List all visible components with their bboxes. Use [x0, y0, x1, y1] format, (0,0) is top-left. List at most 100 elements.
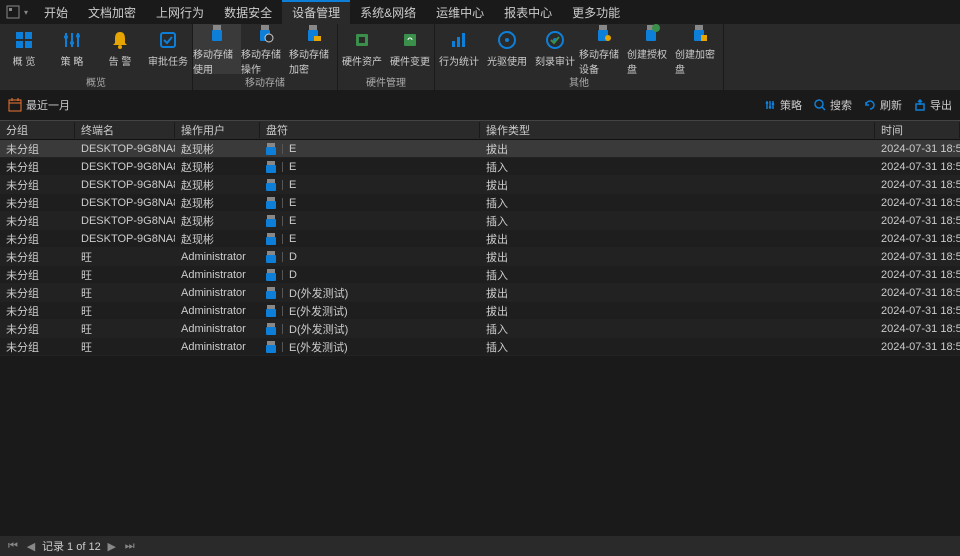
menu-item-8[interactable]: 更多功能	[562, 0, 630, 25]
menu-item-5[interactable]: 系统&网络	[350, 0, 426, 25]
menu-item-0[interactable]: 开始	[34, 0, 78, 25]
menu-item-4[interactable]: 设备管理	[282, 0, 350, 25]
ribbon-btn-usb-dev[interactable]: 移动存储设备	[579, 24, 627, 74]
cell-user: 赵现彬	[175, 177, 260, 193]
cell-terminal: DESKTOP-9G8NA80	[75, 233, 175, 245]
ribbon-btn-disc-audit[interactable]: 刻录审计	[531, 24, 579, 74]
ribbon-group-label: 移动存储	[193, 74, 337, 91]
cell-drive-label: E(外发测试)	[289, 303, 348, 319]
usb-dev-icon	[593, 23, 613, 43]
ribbon-btn-chart[interactable]: 行为统计	[435, 24, 483, 74]
ribbon-btn-label: 审批任务	[148, 53, 188, 68]
disc-icon	[497, 30, 517, 50]
cell-drive-label: E	[289, 215, 296, 227]
cell-time: 2024-07-31 18:54:12	[875, 251, 960, 263]
table-row[interactable]: 未分组DESKTOP-9G8NA80赵现彬E拔出2024-07-31 18:56…	[0, 140, 960, 158]
pager-prev-icon[interactable]: ◀	[24, 539, 38, 553]
toolbar-label: 搜索	[830, 97, 852, 113]
ribbon-group-label: 硬件管理	[338, 74, 434, 91]
menu-item-7[interactable]: 报表中心	[494, 0, 562, 25]
table-row[interactable]: 未分组旺AdministratorD插入2024-07-31 18:54:10	[0, 266, 960, 284]
cell-drive: E	[260, 233, 480, 245]
col-header-time[interactable]: 时间	[875, 122, 960, 138]
cell-time: 2024-07-31 18:56:38	[875, 161, 960, 173]
cell-time: 2024-07-31 18:54:08	[875, 287, 960, 299]
cell-separator	[282, 180, 283, 190]
ribbon-btn-usb-auth[interactable]: 创建授权盘	[627, 24, 675, 74]
cell-group: 未分组	[0, 159, 75, 175]
table-row[interactable]: 未分组旺AdministratorD(外发测试)插入2024-07-31 18:…	[0, 320, 960, 338]
toolbar-sliders[interactable]: 策略	[764, 97, 802, 113]
ribbon-btn-usb-enc[interactable]: 创建加密盘	[675, 24, 723, 74]
cell-user: Administrator	[175, 269, 260, 281]
cell-user: 赵现彬	[175, 141, 260, 157]
usb-drive-icon	[266, 323, 276, 335]
ribbon-btn-usb-lock[interactable]: 移动存储加密	[289, 24, 337, 74]
ribbon: 概 览策 略告 警审批任务概览移动存储使用移动存储操作移动存储加密移动存储硬件资…	[0, 24, 960, 90]
cell-time: 2024-07-31 18:56:36	[875, 179, 960, 191]
cell-user: 赵现彬	[175, 195, 260, 211]
cell-drive: E(外发测试)	[260, 339, 480, 355]
grid-icon	[14, 30, 34, 50]
date-range-filter[interactable]: 最近一月	[8, 97, 70, 113]
cell-group: 未分组	[0, 321, 75, 337]
pager-next-icon[interactable]: ▶	[105, 539, 119, 553]
table-row[interactable]: 未分组DESKTOP-9G8NA80赵现彬E拔出2024-07-31 18:56…	[0, 230, 960, 248]
table-row[interactable]: 未分组旺AdministratorD(外发测试)拔出2024-07-31 18:…	[0, 284, 960, 302]
cell-terminal: 旺	[75, 285, 175, 301]
app-menu-icon[interactable]	[4, 3, 22, 21]
cell-separator	[282, 198, 283, 208]
search-icon	[814, 99, 826, 111]
cell-user: Administrator	[175, 305, 260, 317]
ribbon-btn-bell[interactable]: 告 警	[96, 24, 144, 74]
cell-separator	[282, 144, 283, 154]
cell-drive-label: D	[289, 251, 297, 263]
toolbar-export[interactable]: 导出	[914, 97, 952, 113]
calendar-icon	[8, 98, 22, 112]
col-header-optype[interactable]: 操作类型	[480, 122, 875, 138]
menu-item-6[interactable]: 运维中心	[426, 0, 494, 25]
log-table: 分组 终端名 操作用户 盘符 操作类型 时间 未分组DESKTOP-9G8NA8…	[0, 120, 960, 356]
check-badge-icon	[158, 30, 178, 50]
ribbon-btn-sliders[interactable]: 策 略	[48, 24, 96, 74]
cell-optype: 拔出	[480, 303, 875, 319]
cell-separator	[282, 216, 283, 226]
ribbon-group-0: 概 览策 略告 警审批任务概览	[0, 24, 193, 90]
cell-terminal: 旺	[75, 321, 175, 337]
cell-terminal: 旺	[75, 249, 175, 265]
menu-item-2[interactable]: 上网行为	[146, 0, 214, 25]
toolbar-refresh[interactable]: 刷新	[864, 97, 902, 113]
cell-group: 未分组	[0, 249, 75, 265]
ribbon-btn-usb-gear[interactable]: 移动存储操作	[241, 24, 289, 74]
table-row[interactable]: 未分组DESKTOP-9G8NA80赵现彬E拔出2024-07-31 18:56…	[0, 176, 960, 194]
ribbon-btn-check-badge[interactable]: 审批任务	[144, 24, 192, 74]
table-row[interactable]: 未分组DESKTOP-9G8NA80赵现彬E插入2024-07-31 18:56…	[0, 194, 960, 212]
cell-separator	[282, 234, 283, 244]
table-row[interactable]: 未分组旺AdministratorE(外发测试)拔出2024-07-31 18:…	[0, 302, 960, 320]
table-row[interactable]: 未分组DESKTOP-9G8NA80赵现彬E插入2024-07-31 18:56…	[0, 158, 960, 176]
usb-drive-icon	[266, 251, 276, 263]
menu-item-1[interactable]: 文档加密	[78, 0, 146, 25]
ribbon-btn-chip-refresh[interactable]: 硬件变更	[386, 24, 434, 74]
col-header-group[interactable]: 分组	[0, 122, 75, 138]
ribbon-btn-grid[interactable]: 概 览	[0, 24, 48, 74]
col-header-drive[interactable]: 盘符	[260, 122, 480, 138]
ribbon-btn-label: 移动存储操作	[241, 46, 289, 76]
col-header-user[interactable]: 操作用户	[175, 122, 260, 138]
ribbon-btn-chip[interactable]: 硬件资产	[338, 24, 386, 74]
table-row[interactable]: 未分组旺AdministratorD拔出2024-07-31 18:54:12	[0, 248, 960, 266]
menu-item-3[interactable]: 数据安全	[214, 0, 282, 25]
pager-last-icon[interactable]: ⏭	[123, 539, 137, 553]
cell-terminal: 旺	[75, 267, 175, 283]
cell-user: Administrator	[175, 251, 260, 263]
ribbon-btn-usb[interactable]: 移动存储使用	[193, 24, 241, 74]
table-row[interactable]: 未分组DESKTOP-9G8NA80赵现彬E插入2024-07-31 18:56…	[0, 212, 960, 230]
toolbar-search[interactable]: 搜索	[814, 97, 852, 113]
cell-time: 2024-07-31 18:56:41	[875, 143, 960, 155]
cell-user: 赵现彬	[175, 159, 260, 175]
col-header-terminal[interactable]: 终端名	[75, 122, 175, 138]
pager-first-icon[interactable]: ⏮	[6, 539, 20, 553]
table-row[interactable]: 未分组旺AdministratorE(外发测试)插入2024-07-31 18:…	[0, 338, 960, 356]
ribbon-btn-disc[interactable]: 光驱使用	[483, 24, 531, 74]
cell-separator	[282, 270, 283, 280]
